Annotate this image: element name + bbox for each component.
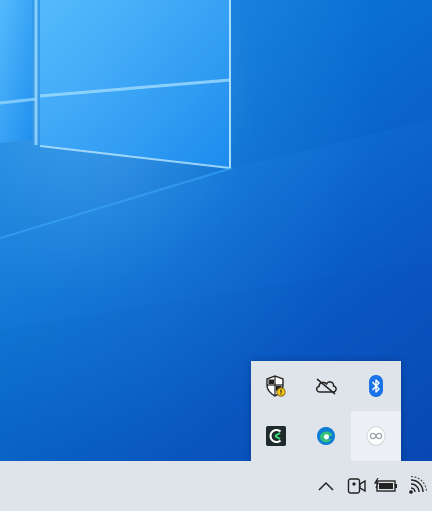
app-c-icon[interactable] <box>251 411 301 461</box>
battery-charging-icon[interactable] <box>372 461 400 511</box>
taskbar <box>0 461 432 511</box>
meet-now-camera-icon[interactable] <box>344 461 370 511</box>
bluetooth-icon[interactable] <box>351 361 401 411</box>
onedrive-offline-icon[interactable] <box>301 361 351 411</box>
windows-security-warning-icon[interactable] <box>251 361 301 411</box>
edge-icon[interactable] <box>301 411 351 461</box>
wifi-icon[interactable] <box>404 461 432 511</box>
show-hidden-icons-chevron-icon[interactable] <box>312 461 340 511</box>
desktop <box>0 0 432 511</box>
game-controller-icon[interactable] <box>351 411 401 461</box>
tray-overflow-popup <box>251 361 401 461</box>
